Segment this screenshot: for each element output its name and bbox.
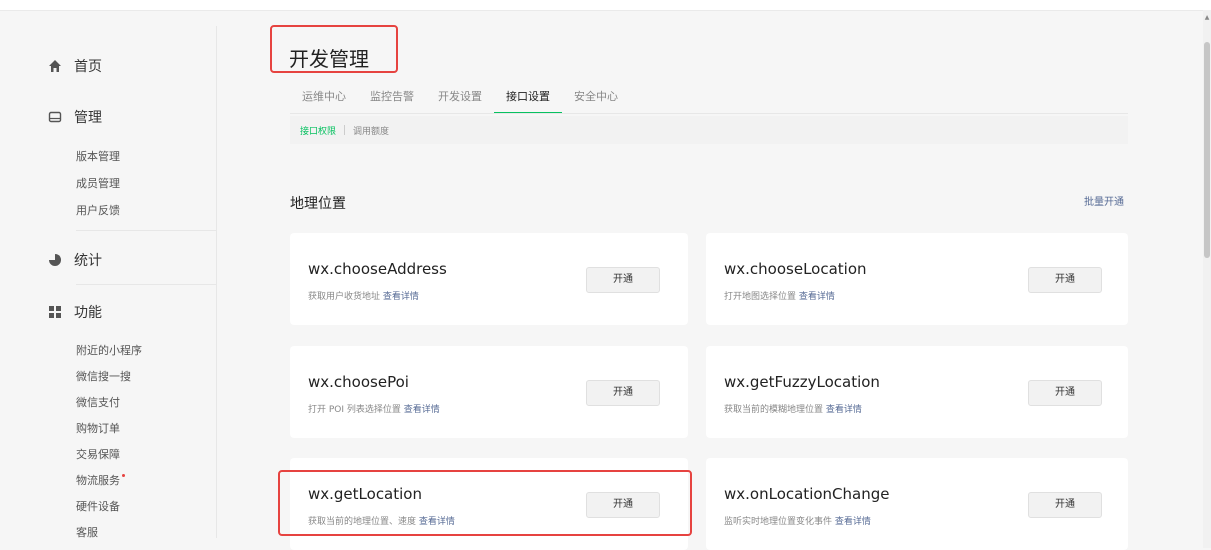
enable-button[interactable]: 开通 — [586, 267, 660, 293]
sidebar-subitem[interactable]: 购物订单 — [76, 420, 120, 436]
api-name: wx.choosePoi — [308, 373, 409, 391]
api-desc: 获取用户收货地址 查看详情 — [308, 289, 419, 302]
tab-dev-settings[interactable]: 开发设置 — [426, 88, 494, 114]
tab-ops-center[interactable]: 运维中心 — [290, 88, 358, 114]
sidebar-subitem[interactable]: 硬件设备 — [76, 498, 120, 514]
api-name: wx.getFuzzyLocation — [724, 373, 880, 391]
enable-button[interactable]: 开通 — [1028, 267, 1102, 293]
subtabs-bar: 接口权限 调用额度 — [290, 116, 1128, 144]
api-desc: 监听实时地理位置变化事件 查看详情 — [724, 514, 871, 527]
api-name: wx.chooseLocation — [724, 260, 867, 278]
api-desc-text: 打开 POI 列表选择位置 — [308, 405, 401, 415]
api-card: wx.onLocationChange 监听实时地理位置变化事件 查看详情 开通 — [706, 458, 1128, 550]
sidebar-item-label: 首页 — [74, 59, 102, 75]
sidebar-item-manage[interactable]: 管理 — [48, 107, 102, 127]
api-desc-text: 获取用户收货地址 — [308, 292, 381, 302]
api-card: wx.chooseAddress 获取用户收货地址 查看详情 开通 — [290, 233, 688, 325]
sidebar-divider — [76, 230, 216, 231]
api-card: wx.choosePoi 打开 POI 列表选择位置 查看详情 开通 — [290, 346, 688, 438]
api-desc-text: 监听实时地理位置变化事件 — [724, 517, 833, 527]
sidebar-subitem[interactable]: 成员管理 — [76, 175, 120, 191]
api-card: wx.chooseLocation 打开地图选择位置 查看详情 开通 — [706, 233, 1128, 325]
sidebar-subitem-logistics[interactable]: 物流服务 — [76, 472, 125, 488]
view-details-link[interactable]: 查看详情 — [799, 292, 835, 302]
tab-monitoring[interactable]: 监控告警 — [358, 88, 426, 114]
sidebar-subitem[interactable]: 客服 — [76, 524, 98, 540]
main-tabs: 运维中心 监控告警 开发设置 接口设置 安全中心 — [290, 88, 630, 114]
subtab-call-quota[interactable]: 调用额度 — [345, 124, 397, 137]
tab-security-center[interactable]: 安全中心 — [562, 88, 630, 114]
new-badge-dot — [122, 474, 125, 477]
tabs-divider — [290, 113, 1128, 114]
enable-button[interactable]: 开通 — [1028, 380, 1102, 406]
api-name: wx.onLocationChange — [724, 485, 890, 503]
sidebar-subitem[interactable]: 交易保障 — [76, 446, 120, 462]
api-desc-text: 打开地图选择位置 — [724, 292, 797, 302]
sidebar-item-label: 功能 — [74, 305, 102, 321]
view-details-link[interactable]: 查看详情 — [383, 292, 419, 302]
sidebar-border — [216, 26, 217, 538]
sidebar-subitem[interactable]: 附近的小程序 — [76, 342, 142, 358]
api-desc: 获取当前的模糊地理位置 查看详情 — [724, 402, 862, 415]
bulk-enable-link[interactable]: 批量开通 — [1084, 193, 1124, 208]
subtab-api-permission[interactable]: 接口权限 — [290, 124, 344, 137]
view-details-link[interactable]: 查看详情 — [826, 405, 862, 415]
stats-icon — [48, 253, 62, 267]
sidebar-subitem-label: 物流服务 — [76, 474, 120, 487]
sidebar-item-home[interactable]: 首页 — [48, 56, 102, 76]
api-name: wx.chooseAddress — [308, 260, 447, 278]
scroll-up-arrow-icon[interactable]: ▲ — [1203, 14, 1211, 21]
scrollbar-thumb[interactable] — [1204, 42, 1210, 258]
sidebar-subitem[interactable]: 微信支付 — [76, 394, 120, 410]
sidebar-item-label: 统计 — [74, 253, 102, 269]
view-details-link[interactable]: 查看详情 — [835, 517, 871, 527]
enable-button[interactable]: 开通 — [586, 380, 660, 406]
tab-api-settings[interactable]: 接口设置 — [494, 88, 562, 114]
api-desc: 打开 POI 列表选择位置 查看详情 — [308, 402, 440, 415]
sidebar-subitem[interactable]: 用户反馈 — [76, 202, 120, 218]
sidebar-divider — [76, 284, 216, 285]
sidebar-item-label: 管理 — [74, 110, 102, 126]
sidebar-subitem[interactable]: 版本管理 — [76, 148, 120, 164]
sidebar-subitem[interactable]: 微信搜一搜 — [76, 368, 131, 384]
home-icon — [48, 59, 62, 73]
getlocation-highlight-box — [278, 470, 692, 536]
sidebar-item-stats[interactable]: 统计 — [48, 250, 102, 270]
sidebar: 首页 管理 版本管理 成员管理 用户反馈 统计 功能 附近的小程序 微信搜一搜 … — [0, 10, 230, 548]
enable-button[interactable]: 开通 — [1028, 492, 1102, 518]
page-title: 开发管理 — [289, 47, 369, 71]
api-desc-text: 获取当前的模糊地理位置 — [724, 405, 824, 415]
view-details-link[interactable]: 查看详情 — [404, 405, 440, 415]
api-card: wx.getFuzzyLocation 获取当前的模糊地理位置 查看详情 开通 — [706, 346, 1128, 438]
sidebar-item-function[interactable]: 功能 — [48, 302, 102, 322]
api-desc: 打开地图选择位置 查看详情 — [724, 289, 835, 302]
manage-icon — [48, 110, 62, 124]
section-title: 地理位置 — [290, 196, 346, 212]
function-icon — [48, 305, 62, 319]
